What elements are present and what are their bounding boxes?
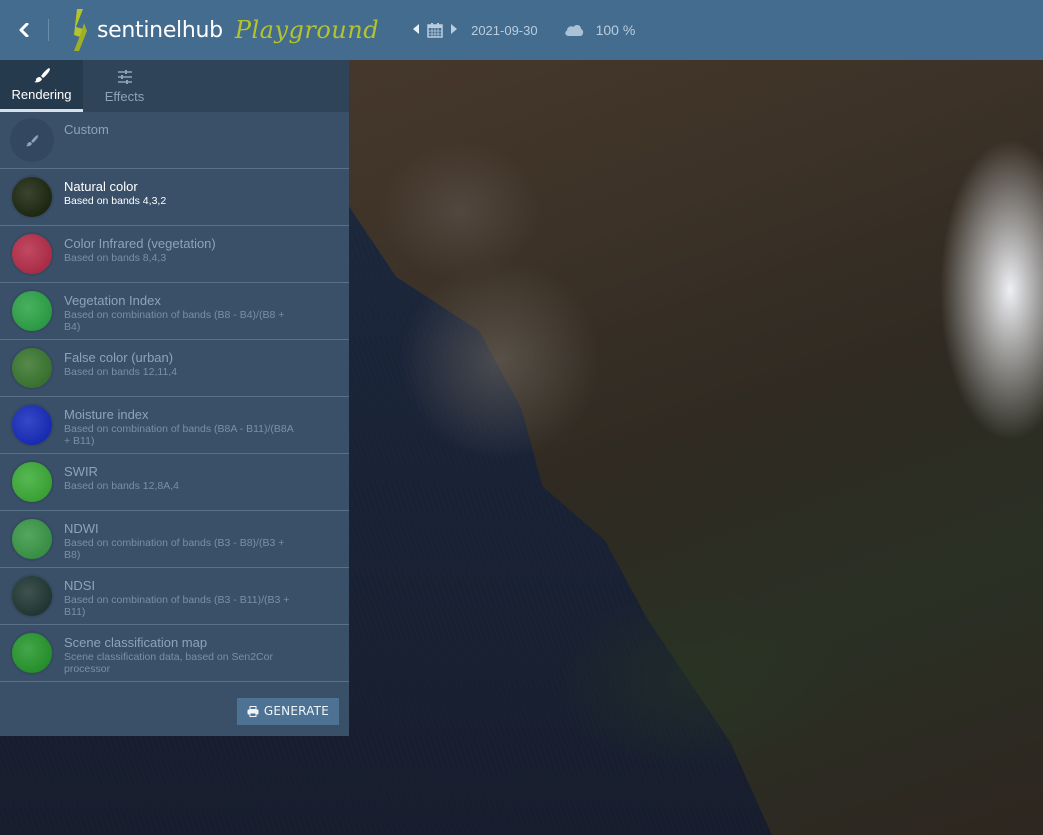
printer-icon (247, 705, 259, 717)
layer-thumbnail (10, 517, 54, 561)
calendar-icon[interactable] (427, 22, 443, 38)
back-button[interactable] (0, 0, 48, 60)
paintbrush-icon (33, 68, 50, 83)
tab-rendering[interactable]: Rendering (0, 60, 83, 112)
layer-list: Custom Natural color Based on bands 4,3,… (0, 112, 349, 682)
caret-left-icon (413, 23, 420, 34)
layer-thumbnail (10, 346, 54, 390)
tab-bar: Rendering Effects (0, 60, 349, 112)
chevron-left-icon (19, 23, 29, 37)
header-divider (48, 19, 49, 41)
layer-title: Color Infrared (vegetation) (64, 236, 216, 251)
layer-description: Based on combination of bands (B3 - B8)/… (64, 537, 285, 561)
layer-item-natural-color[interactable]: Natural color Based on bands 4,3,2 (0, 169, 349, 226)
generate-button[interactable]: GENERATE (236, 697, 339, 725)
layer-title: NDWI (64, 521, 99, 536)
tab-effects-label: Effects (104, 88, 145, 104)
layer-description: Based on bands 8,4,3 (64, 252, 167, 264)
layer-item-vegetation-index[interactable]: Vegetation Index Based on combination of… (0, 283, 349, 340)
logo[interactable]: sentinelhub Playground (67, 0, 379, 60)
date-field[interactable]: 2021-09-30 (471, 23, 538, 38)
layer-thumbnail (10, 118, 54, 162)
layer-item-custom[interactable]: Custom (0, 112, 349, 169)
layer-title: Vegetation Index (64, 293, 161, 308)
layer-description: Based on bands 4,3,2 (64, 195, 167, 207)
layer-item-color-infrared[interactable]: Color Infrared (vegetation) Based on ban… (0, 226, 349, 283)
layer-description: Based on bands 12,11,4 (64, 366, 178, 378)
layer-item-swir[interactable]: SWIR Based on bands 12,8A,4 (0, 454, 349, 511)
layer-item-ndwi[interactable]: NDWI Based on combination of bands (B3 -… (0, 511, 349, 568)
previous-date-button[interactable] (409, 23, 423, 37)
layer-thumbnail (10, 289, 54, 333)
sliders-icon (117, 69, 132, 84)
cloud-icon (564, 24, 583, 36)
tab-effects[interactable]: Effects (83, 60, 166, 112)
layer-description: Scene classification data, based on Sen2… (64, 651, 273, 675)
layer-thumbnail (10, 631, 54, 675)
layer-title: Natural color (64, 179, 138, 194)
date-navigation: 2021-09-30 (409, 22, 538, 38)
layer-item-false-color-urban[interactable]: False color (urban) Based on bands 12,11… (0, 340, 349, 397)
layer-item-moisture-index[interactable]: Moisture index Based on combination of b… (0, 397, 349, 454)
paintbrush-icon (25, 134, 39, 146)
sentinelhub-logo-icon (74, 9, 87, 51)
layer-description: Based on combination of bands (B8 - B4)/… (64, 309, 285, 333)
layer-title: NDSI (64, 578, 96, 593)
layer-thumbnail (10, 574, 54, 618)
sidebar-panel: Rendering Effects Custom Natural color B… (0, 60, 349, 736)
layer-thumbnail (10, 403, 54, 447)
layer-description: Based on combination of bands (B8A - B11… (64, 423, 294, 447)
layer-title: Moisture index (64, 407, 149, 422)
tab-rendering-label: Rendering (11, 87, 72, 102)
layer-thumbnail (10, 232, 54, 276)
layer-thumbnail (10, 460, 54, 504)
caret-right-icon (451, 23, 458, 34)
layer-description: Based on bands 12,8A,4 (64, 480, 180, 492)
top-bar: sentinelhub Playground 2021-09-30 100 % (0, 0, 1043, 60)
next-date-button[interactable] (447, 23, 461, 37)
cloud-coverage[interactable]: 100 % (564, 22, 636, 38)
generate-label: GENERATE (263, 704, 329, 718)
layer-title: Custom (64, 122, 109, 137)
cloud-coverage-value: 100 % (595, 22, 636, 38)
layer-item-scene-classification[interactable]: Scene classification map Scene classific… (0, 625, 349, 682)
layer-title: Scene classification map (64, 635, 208, 650)
layer-item-ndsi[interactable]: NDSI Based on combination of bands (B3 -… (0, 568, 349, 625)
layer-thumbnail (10, 175, 54, 219)
logo-subtitle: Playground (234, 16, 380, 44)
sidebar-footer: GENERATE (0, 682, 349, 736)
layer-description: Based on combination of bands (B3 - B11)… (64, 594, 290, 618)
layer-title: False color (urban) (64, 350, 174, 365)
layer-title: SWIR (64, 464, 98, 479)
logo-text: sentinelhub (97, 17, 223, 43)
